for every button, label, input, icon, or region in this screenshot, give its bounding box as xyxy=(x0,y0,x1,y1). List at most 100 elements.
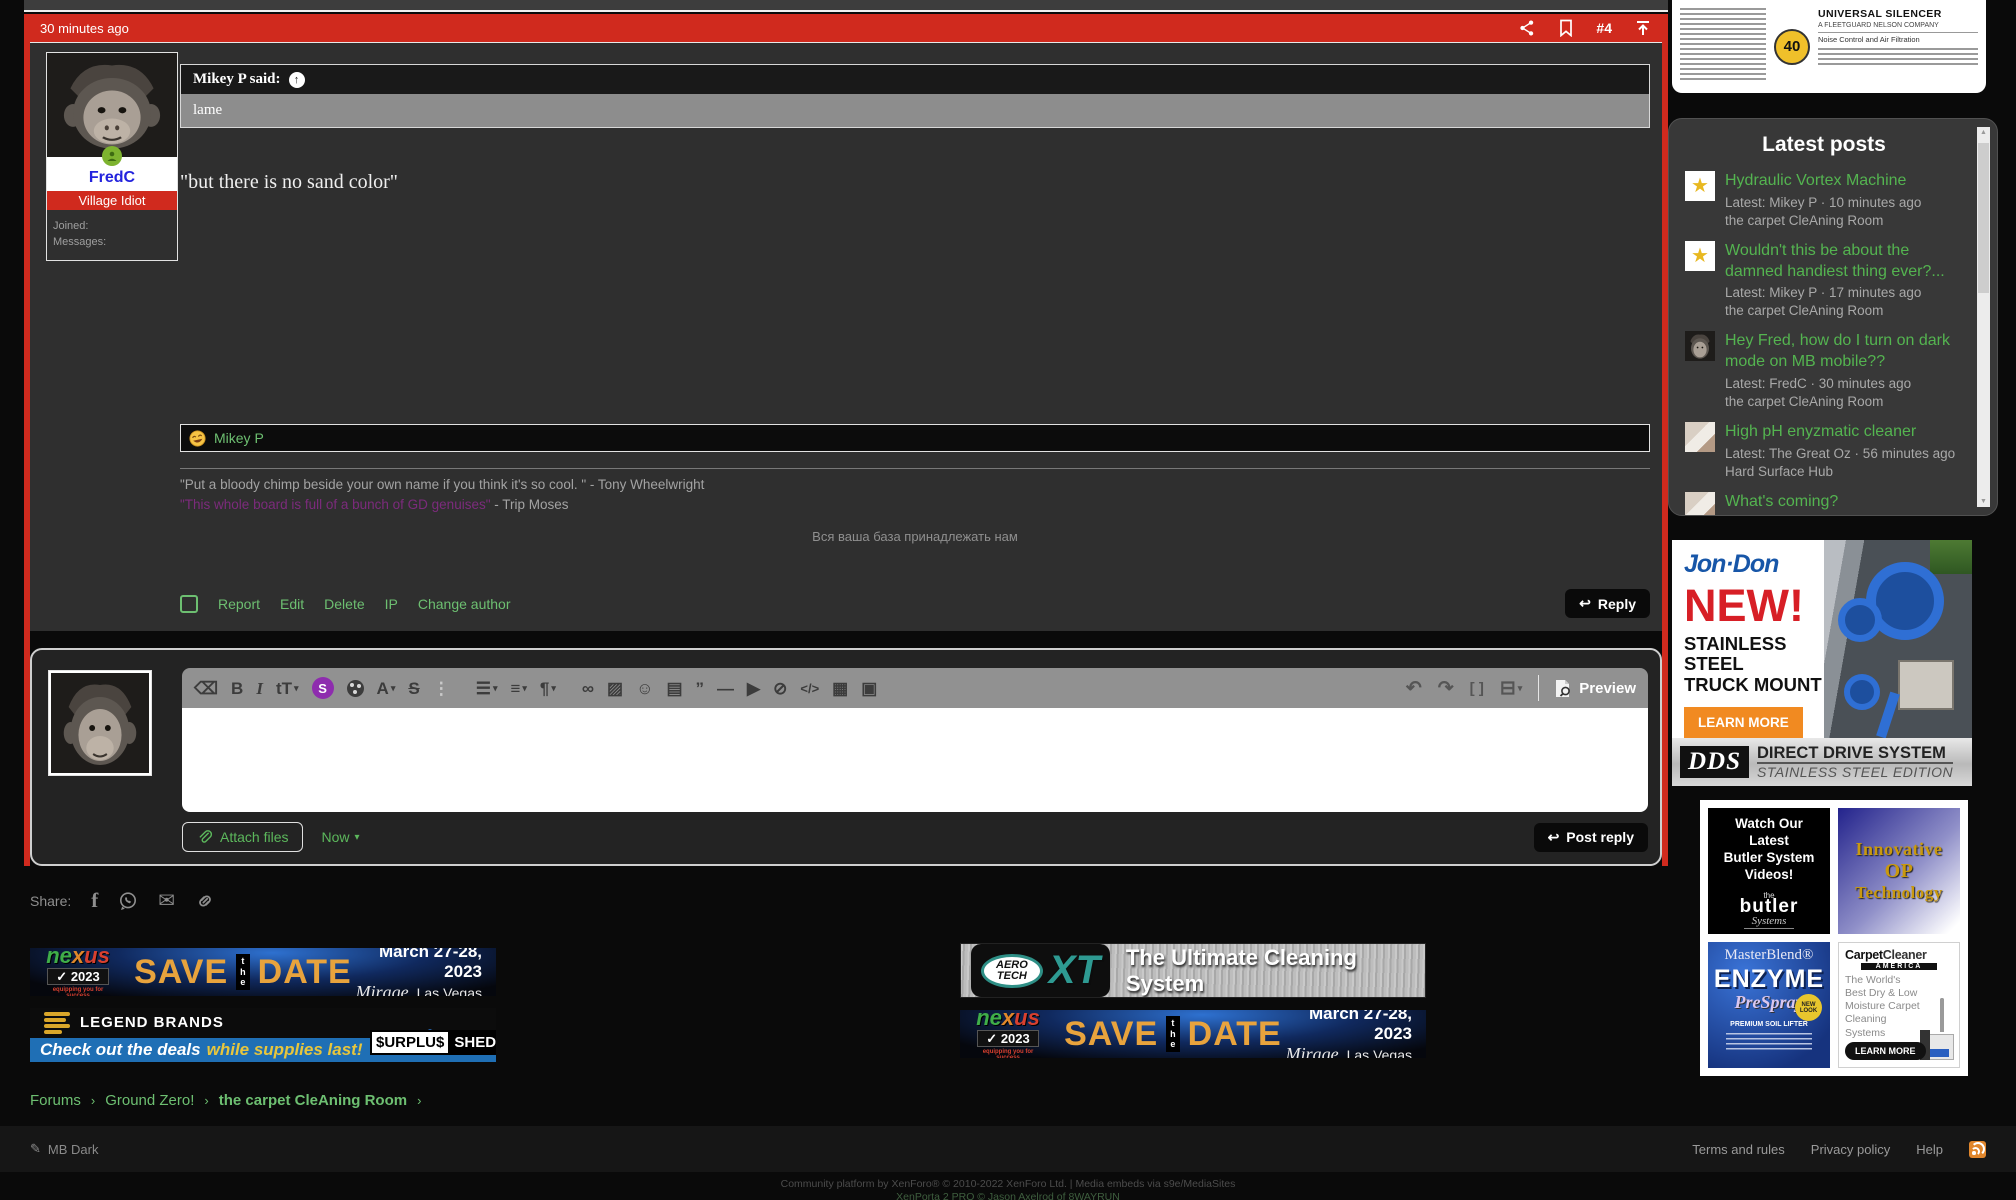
strikethrough-button[interactable]: S xyxy=(408,680,419,697)
quote-button[interactable]: ” xyxy=(696,680,705,697)
scrollbar-thumb[interactable] xyxy=(1978,143,1989,293)
bold-button[interactable]: B xyxy=(231,680,243,697)
post-timestamp[interactable]: 30 minutes ago xyxy=(40,21,129,36)
report-link[interactable]: Report xyxy=(218,596,260,612)
post-number[interactable]: #4 xyxy=(1596,20,1612,36)
scroll-down-arrow[interactable]: ▼ xyxy=(1977,498,1990,505)
thread-link[interactable]: Hydraulic Vortex Machine xyxy=(1725,171,1921,192)
haha-reaction-icon xyxy=(187,428,207,448)
reply-editor-input[interactable] xyxy=(182,708,1648,812)
breadcrumb-forums[interactable]: Forums xyxy=(30,1092,81,1109)
change-author-link[interactable]: Change author xyxy=(418,596,511,612)
select-post-checkbox[interactable] xyxy=(180,595,198,613)
nexus-banner-ad-2[interactable]: nexus ✓ 2023 equipping you for success S… xyxy=(960,1010,1426,1058)
scroll-up-arrow[interactable]: ▲ xyxy=(1977,129,1990,136)
spoiler-button[interactable]: ⊘ xyxy=(773,680,787,697)
ip-link[interactable]: IP xyxy=(385,596,398,612)
forum-link[interactable]: the carpet CleAning Room xyxy=(1725,394,1963,409)
more-options-button[interactable]: ⋮ xyxy=(433,680,450,697)
thread-link[interactable]: What's coming? xyxy=(1725,492,1963,513)
undo-button[interactable]: ↶ xyxy=(1406,679,1422,698)
delete-link[interactable]: Delete xyxy=(324,596,364,612)
alignment-button[interactable]: ≡▾ xyxy=(510,680,526,697)
jondon-ad[interactable]: Jon·Don NEW! STAINLESS STEELTRUCK MOUNT … xyxy=(1672,540,1972,786)
preview-button[interactable]: Preview xyxy=(1555,679,1636,698)
attach-files-button[interactable]: Attach files xyxy=(182,822,303,852)
code-button[interactable]: </> xyxy=(800,682,819,695)
style-chooser[interactable]: ✎ MB Dark xyxy=(30,1141,98,1157)
paragraph-format-button[interactable]: ¶▾ xyxy=(540,680,556,697)
whatsapp-share-icon[interactable] xyxy=(118,891,138,911)
drafts-button[interactable]: ⊟▾ xyxy=(1500,679,1522,698)
thread-link[interactable]: High pH enyzmatic cleaner xyxy=(1725,422,1955,443)
goto-quoted-post-icon[interactable]: ↑ xyxy=(289,72,305,88)
link-share-icon[interactable] xyxy=(195,891,215,911)
font-family-button[interactable]: A▾ xyxy=(377,680,396,697)
forum-link[interactable]: the carpet CleAning Room xyxy=(1725,213,1921,228)
brush-icon: ✎ xyxy=(30,1141,41,1157)
reply-button[interactable]: ↩ Reply xyxy=(1565,589,1650,618)
nexus-banner-ad[interactable]: nexus ✓ 2023 equipping you for success S… xyxy=(30,948,496,996)
forum-link[interactable]: Hard Surface Hub xyxy=(1725,464,1955,479)
thread-photo-avatar[interactable] xyxy=(1685,422,1715,452)
bookmark-icon[interactable] xyxy=(1558,19,1574,37)
facebook-share-icon[interactable]: f xyxy=(91,888,98,913)
signature-divider xyxy=(180,468,1650,469)
rss-icon[interactable] xyxy=(1969,1141,1986,1158)
snapshot-button[interactable]: ▣ xyxy=(861,680,877,697)
masterblend-ad[interactable]: MasterBlend® ENZYME PreSpray NEW LOOK PR… xyxy=(1708,942,1830,1068)
universal-silencer-ad[interactable]: 40 UNIVERSAL SILENCER A FLEETGUARD NELSO… xyxy=(1672,0,1986,93)
learn-more-button[interactable]: LEARN MORE xyxy=(1845,1042,1926,1060)
reaction-user[interactable]: Mikey P xyxy=(214,430,264,446)
remove-format-button[interactable]: ⌫ xyxy=(194,680,218,697)
help-link[interactable]: Help xyxy=(1916,1142,1943,1157)
forum-link[interactable]: the carpet CleAning Room xyxy=(1725,303,1963,318)
widget-scrollbar[interactable]: ▲ ▼ xyxy=(1977,127,1990,507)
insert-media-button[interactable]: ▤ xyxy=(666,680,682,697)
list-button[interactable]: ☰▾ xyxy=(476,680,498,697)
insert-table-button[interactable]: ▦ xyxy=(832,680,848,697)
insert-video-button[interactable]: ▶ xyxy=(747,680,760,697)
carpet-cleaner-america-ad[interactable]: CarpetCleaner AMERICA The World's Best D… xyxy=(1838,942,1960,1068)
privacy-link[interactable]: Privacy policy xyxy=(1811,1142,1890,1157)
online-status-icon xyxy=(102,146,122,166)
edit-link[interactable]: Edit xyxy=(280,596,304,612)
schedule-dropdown[interactable]: Now ▾ xyxy=(321,829,359,845)
horizontal-rule-button[interactable]: — xyxy=(717,680,734,697)
bbcode-button[interactable]: [ ] xyxy=(1470,681,1484,696)
thread-star-avatar[interactable]: ★ xyxy=(1685,241,1715,271)
current-user-avatar[interactable] xyxy=(48,670,152,776)
breadcrumb-ground-zero[interactable]: Ground Zero! xyxy=(105,1092,194,1109)
author-avatar[interactable] xyxy=(47,53,177,157)
thread-link[interactable]: Wouldn't this be about the damned handie… xyxy=(1725,241,1963,283)
emoji-button[interactable]: ☺ xyxy=(636,680,653,697)
share-icon[interactable] xyxy=(1518,19,1536,37)
aerotech-banner-ad[interactable]: AEROTECH XT The Ultimate Cleaning System xyxy=(960,943,1426,998)
insert-image-button[interactable]: ▨ xyxy=(607,680,623,697)
thread-photo-avatar[interactable] xyxy=(1685,492,1715,516)
thread-link[interactable]: Hey Fred, how do I turn on dark mode on … xyxy=(1725,331,1963,373)
redo-button[interactable]: ↷ xyxy=(1438,679,1454,698)
insert-link-button[interactable]: ∞ xyxy=(582,680,594,697)
addon-copyright[interactable]: XenPorta 2 PRO © Jason Axelrod of 8WAYRU… xyxy=(0,1191,2016,1200)
quote-attribution[interactable]: Mikey P said: ↑ xyxy=(181,65,1649,94)
learn-more-button[interactable]: LEARN MORE xyxy=(1684,707,1803,738)
jump-to-top-icon[interactable] xyxy=(1634,19,1652,37)
author-username[interactable]: FredC xyxy=(47,169,177,187)
email-share-icon[interactable]: ✉ xyxy=(158,888,175,913)
text-color-button[interactable] xyxy=(347,680,364,697)
innovative-op-ad[interactable]: Innovative OP Technology xyxy=(1838,808,1960,934)
font-style-button[interactable]: S xyxy=(312,677,334,699)
breadcrumb-current-forum[interactable]: the carpet CleAning Room xyxy=(219,1092,407,1109)
reactions-bar[interactable]: Mikey P xyxy=(180,424,1650,452)
post-reply-button[interactable]: ↩ Post reply xyxy=(1534,823,1648,852)
text-size-button[interactable]: tT▾ xyxy=(276,680,299,697)
thread-star-avatar[interactable]: ★ xyxy=(1685,171,1715,201)
butler-logo: the butler Systems xyxy=(1708,893,1830,929)
italic-button[interactable]: I xyxy=(256,680,263,697)
terms-link[interactable]: Terms and rules xyxy=(1692,1142,1784,1157)
butler-ad[interactable]: Watch OurLatestButler SystemVideos! the … xyxy=(1708,808,1830,934)
thread-chimp-avatar[interactable] xyxy=(1685,331,1715,361)
legend-brands-banner-ad[interactable]: LEGEND BRANDS Check out the deals while … xyxy=(30,1008,496,1062)
caret-down-icon: ▾ xyxy=(391,684,396,693)
